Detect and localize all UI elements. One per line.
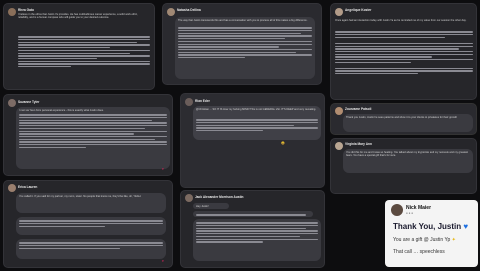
author-name[interactable]: Zourzame Patsoli [345, 107, 371, 111]
post-text: You called it. If you said for my partne… [19, 195, 142, 198]
gift-line: You are a gift @ Justin Yp ✦ [393, 237, 456, 243]
avatar[interactable] [185, 98, 193, 106]
post-text: Once again had an interaction today with… [335, 19, 467, 22]
post-text: I met via Yeun from personal experience … [19, 109, 104, 112]
post-card-suzanne: Suzanne Tyler I met via Yeun from person… [3, 94, 173, 176]
message-bubble: You called it. If you said for my partne… [16, 193, 166, 213]
post-card-natasha: Natasha Dellina The way that Justin tran… [162, 3, 322, 85]
avatar[interactable] [185, 194, 193, 202]
message-bubble [16, 217, 166, 235]
message-bubble: Thank you Justin, Justin he sees pattern… [343, 114, 473, 132]
author-name[interactable]: Jack Alexander Morrison Austin [195, 195, 243, 199]
avatar[interactable] [335, 142, 343, 150]
post-meta: ● ● ● [406, 211, 414, 215]
post-card-rian: Rian Eder @Christian ... SO IT IS How my… [180, 93, 325, 188]
avatar[interactable] [8, 8, 16, 16]
author-name[interactable]: Rhea Gato [18, 8, 34, 12]
heart-reaction-icon[interactable]: ♥ [162, 167, 164, 171]
post-text: Thank you Justin, Justin he sees pattern… [346, 116, 458, 119]
reaction-icon[interactable]: 😀 [281, 141, 285, 145]
sparkle-icon: ✦ [451, 237, 456, 243]
message-bubble: Hey Justin! [193, 203, 229, 209]
avatar[interactable] [335, 107, 343, 115]
author-name[interactable]: Rian Eder [195, 99, 210, 103]
post-card-rhea: Rhea Gato I believe in the ethos that Ju… [3, 3, 155, 90]
post-card-zourzame: Zourzame Patsoli Thank you Justin, Justi… [330, 103, 477, 135]
post-text: Hey Justin! [196, 205, 209, 208]
message-bubble: You did this for me and it was so healin… [343, 149, 473, 173]
post-card-erica: Erica Lauren You called it. If you said … [3, 180, 173, 268]
speechless-line: That call … speechless [393, 249, 445, 255]
message-bubble: The way that Justin transcends this and … [175, 17, 315, 79]
message-bubble [16, 239, 166, 259]
post-body-lines [19, 114, 167, 148]
message-bubble: @Christian ... SO IT IS How my fucking M… [193, 106, 321, 140]
post-text: The way that Justin transcends this and … [178, 19, 308, 22]
post-body-lines [18, 35, 150, 69]
avatar[interactable] [167, 8, 175, 16]
message-bubble [193, 211, 313, 217]
post-body-lines [196, 222, 318, 243]
message-bubble [193, 219, 321, 261]
post-body-lines [335, 30, 473, 76]
author-name[interactable]: Virginia Mary Ann [345, 142, 372, 146]
avatar[interactable] [335, 8, 343, 16]
avatar[interactable] [391, 204, 403, 216]
avatar[interactable] [8, 99, 16, 107]
post-body-lines [178, 27, 312, 59]
heart-reaction-icon[interactable]: ♥ [162, 259, 164, 263]
post-body-lines [19, 242, 163, 250]
post-card-angelique: Angelique Koster Once again had an inter… [330, 3, 477, 100]
post-body-lines [196, 214, 306, 216]
author-name[interactable]: Natasha Dellina [177, 8, 201, 12]
post-text: You did this for me and it was so healin… [346, 151, 469, 158]
post-text: @Christian ... SO IT IS How my fucking M… [196, 108, 317, 111]
author-name[interactable]: Angelique Koster [345, 8, 371, 12]
thank-you-heading: Thank You, Justin ♥ [393, 222, 469, 231]
post-body-lines [19, 220, 163, 228]
post-body-lines [196, 119, 318, 132]
author-name[interactable]: Suzanne Tyler [18, 100, 39, 104]
author-name[interactable]: Erica Lauren [18, 185, 37, 189]
avatar[interactable] [8, 184, 16, 192]
post-card-virginia: Virginia Mary Ann You did this for me an… [330, 138, 477, 194]
featured-post-card: Nick Maier ● ● ● Thank You, Justin ♥ You… [385, 200, 478, 267]
post-card-jack: Jack Alexander Morrison Austin Hey Justi… [180, 190, 325, 268]
message-bubble: I met via Yeun from personal experience … [16, 107, 170, 169]
blue-heart-icon: ♥ [463, 222, 469, 231]
post-text: I believe in the ethos that Justin Ya pr… [18, 13, 138, 20]
